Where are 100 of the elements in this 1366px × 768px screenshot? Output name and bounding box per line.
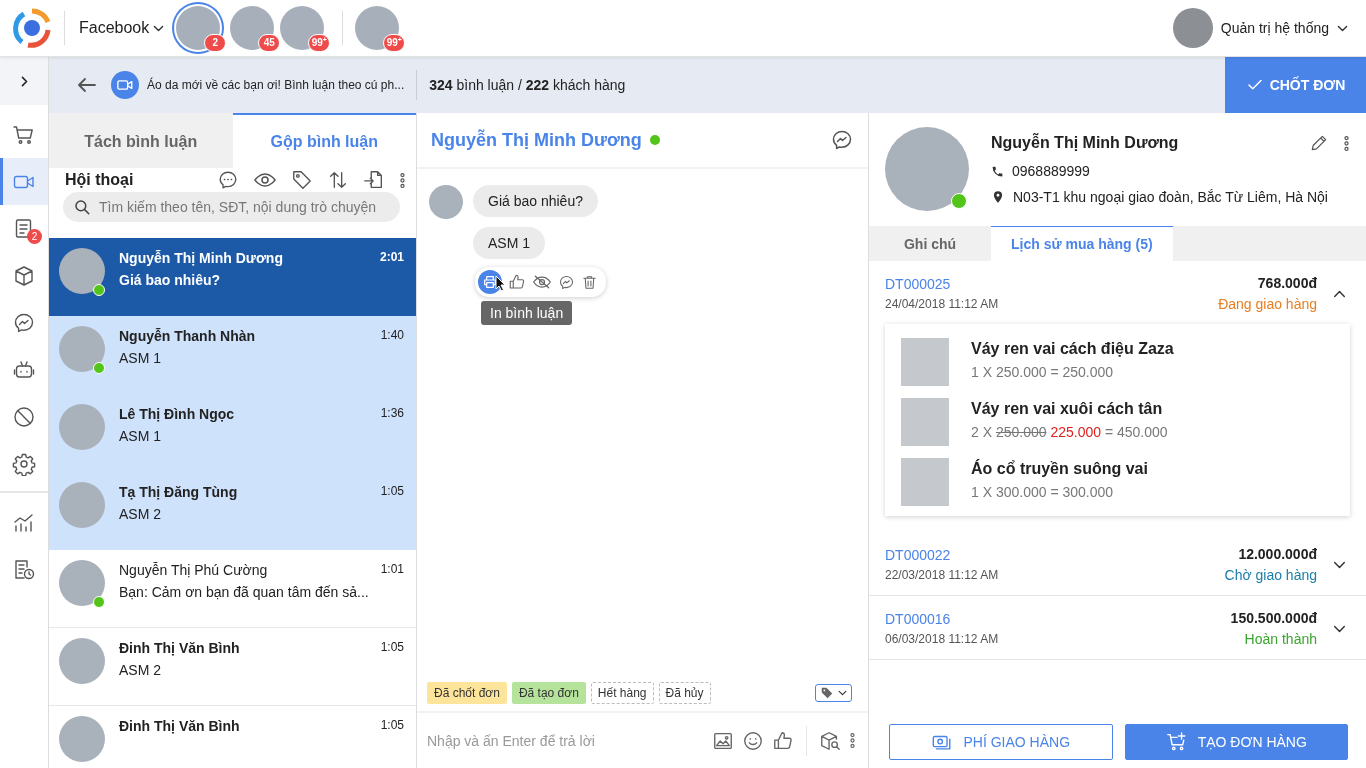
message-bubble: ASM 1: [473, 227, 545, 259]
more-button[interactable]: [399, 171, 406, 189]
product-photo: [901, 398, 949, 446]
tab[interactable]: Ghi chú: [869, 226, 991, 261]
avatar-photo: [59, 404, 105, 450]
cart-plus-icon: [1165, 731, 1188, 753]
page-avatar[interactable]: [355, 6, 400, 50]
box-icon: [12, 263, 36, 288]
product-name: Váy ren vai cách điệu Zaza: [971, 340, 1174, 358]
more-button[interactable]: [1343, 134, 1350, 152]
conversation-item[interactable]: Đinh Thị Văn Bình 1:05: [49, 706, 416, 768]
export-button[interactable]: [363, 169, 385, 191]
order-date: 24/04/2018 11:12 AM: [885, 297, 1000, 311]
message-preview: Giá bao nhiêu?: [119, 272, 222, 288]
page-avatar[interactable]: [230, 6, 275, 50]
settings-icon: [12, 451, 36, 476]
expand-toggle[interactable]: [1333, 624, 1346, 633]
address-text: N03-T1 khu ngoại giao đoàn, Bắc Từ Liêm, Hà Nội: [1013, 189, 1328, 205]
messenger-button[interactable]: [830, 128, 854, 152]
conversation-item[interactable]: Đinh Thị Văn Bình 1:05 ASM 2: [49, 628, 416, 706]
chevron-down-icon: [838, 690, 847, 696]
tag-filter-button[interactable]: [291, 169, 313, 191]
product-name: Áo cổ truyền suông vai: [971, 460, 1148, 478]
messenger-icon: [830, 128, 854, 152]
message-time: 1:05: [380, 640, 404, 656]
conversation-item[interactable]: Tạ Thị Đăng Tùng 1:05 ASM 2: [49, 472, 416, 550]
order-date: 22/03/2018 11:12 AM: [885, 568, 1000, 582]
avatar-photo: [59, 716, 105, 762]
expand-toggle[interactable]: [1333, 289, 1346, 298]
conversation-item[interactable]: Nguyễn Thị Phú Cường 1:01 Bạn: Cảm ơn bạn đã quan tâm đến sả...: [49, 550, 416, 628]
product-photo: [901, 338, 949, 386]
contact-name: Nguyễn Thanh Nhàn: [119, 328, 257, 344]
post-stats: 324 bình luận / 222 khách hàng: [429, 77, 626, 93]
avatar-photo: [429, 185, 463, 219]
message-preview: ASM 2: [119, 506, 162, 522]
conversation-item[interactable]: Nguyễn Thanh Nhàn 1:40 ASM 1: [49, 316, 416, 394]
tab[interactable]: Tách bình luận: [49, 113, 233, 168]
contact-name: Đinh Thị Văn Bình: [119, 718, 241, 734]
nav-item[interactable]: 2: [0, 205, 48, 252]
order-code-link[interactable]: DT000022: [885, 547, 951, 563]
avatar-photo: [59, 482, 105, 528]
comments-filter-button[interactable]: [217, 169, 239, 191]
order-total: 12.000.000đ: [1238, 546, 1317, 562]
expand-toggle[interactable]: [1333, 560, 1346, 569]
order-date: 06/03/2018 11:12 AM: [885, 632, 1000, 646]
tag-chip[interactable]: Đã chốt đơn: [427, 682, 507, 704]
order-code-link[interactable]: DT000016: [885, 611, 951, 627]
tag-icon: [820, 686, 834, 700]
contact-name: Đinh Thị Văn Bình: [119, 640, 241, 656]
price-line: 1 X 250.000 = 250.000: [971, 364, 1115, 380]
contact-name: Tạ Thị Đăng Tùng: [119, 484, 239, 500]
more-vertical-icon: [849, 732, 856, 749]
contact-name: Lê Thị Đình Ngọc: [119, 406, 236, 422]
message-preview: ASM 1: [119, 350, 162, 366]
like-button[interactable]: [772, 729, 794, 752]
chevron-down-icon[interactable]: [1337, 24, 1348, 32]
message-time: 1:05: [380, 718, 404, 734]
shipping-fee-button[interactable]: PHÍ GIAO HÀNG: [889, 724, 1113, 760]
tag-chip[interactable]: Hết hàng: [590, 682, 654, 704]
tag-icon: [291, 169, 313, 191]
messenger-icon[interactable]: [558, 273, 575, 291]
tag-dropdown[interactable]: [815, 684, 852, 702]
user-name[interactable]: Quản trị hệ thống: [1220, 20, 1329, 36]
conversation-item[interactable]: Nguyễn Thị Minh Dương 2:01 Giá bao nhiêu?: [49, 238, 416, 316]
phone-number: 0968889999: [1012, 163, 1090, 179]
create-order-button[interactable]: TẠO ĐƠN HÀNG: [1124, 724, 1348, 760]
more-vertical-icon: [399, 171, 406, 189]
page-avatar[interactable]: [280, 6, 325, 50]
price-line: 2 X 250.000 225.000 = 450.000: [971, 424, 1168, 440]
product-name: Váy ren vai xuôi cách tân: [971, 400, 1164, 418]
message-time: 1:05: [380, 484, 404, 500]
message-preview: ASM 2: [119, 662, 162, 678]
contact-name: Nguyễn Thị Minh Dương: [119, 250, 284, 266]
order-status: Chờ giao hàng: [1224, 567, 1317, 583]
sort-button[interactable]: [327, 169, 349, 191]
message-time: 1:36: [380, 406, 404, 422]
search-field[interactable]: Tìm kiếm theo tên, SĐT, nội dung trò chuyện: [63, 192, 400, 222]
tab[interactable]: Lịch sử mua hàng (5): [991, 226, 1173, 261]
tag-chip[interactable]: Đã hủy: [658, 682, 711, 704]
message-time: 2:01: [379, 250, 404, 266]
nav-item[interactable]: [0, 158, 48, 205]
more-vertical-icon: [1343, 134, 1350, 152]
order-code-link[interactable]: DT000025: [885, 276, 951, 292]
logo-icon[interactable]: [12, 8, 52, 48]
conversation-item[interactable]: Lê Thị Đình Ngọc 1:36 ASM 1: [49, 394, 416, 472]
platform-dropdown[interactable]: Facebook: [77, 19, 173, 37]
smiley-icon: [742, 729, 764, 752]
customer-name: Nguyễn Thị Minh Dương: [991, 134, 1180, 152]
contact-name: Nguyễn Thị Phú Cường: [119, 562, 269, 578]
page-avatar[interactable]: [176, 6, 221, 50]
emoji-button[interactable]: [742, 729, 764, 752]
phone-icon: [991, 164, 1004, 178]
product-search-button[interactable]: [819, 729, 841, 752]
thumbs-up-icon[interactable]: [508, 273, 526, 291]
close-order-button[interactable]: CHỐT ĐƠN: [1225, 57, 1366, 113]
tag-chip[interactable]: Đã tạo đơn: [511, 682, 586, 704]
trash-icon[interactable]: [581, 273, 598, 291]
edit-button[interactable]: [1309, 133, 1329, 153]
more-button[interactable]: [849, 732, 856, 749]
user-avatar[interactable]: [1172, 8, 1213, 48]
